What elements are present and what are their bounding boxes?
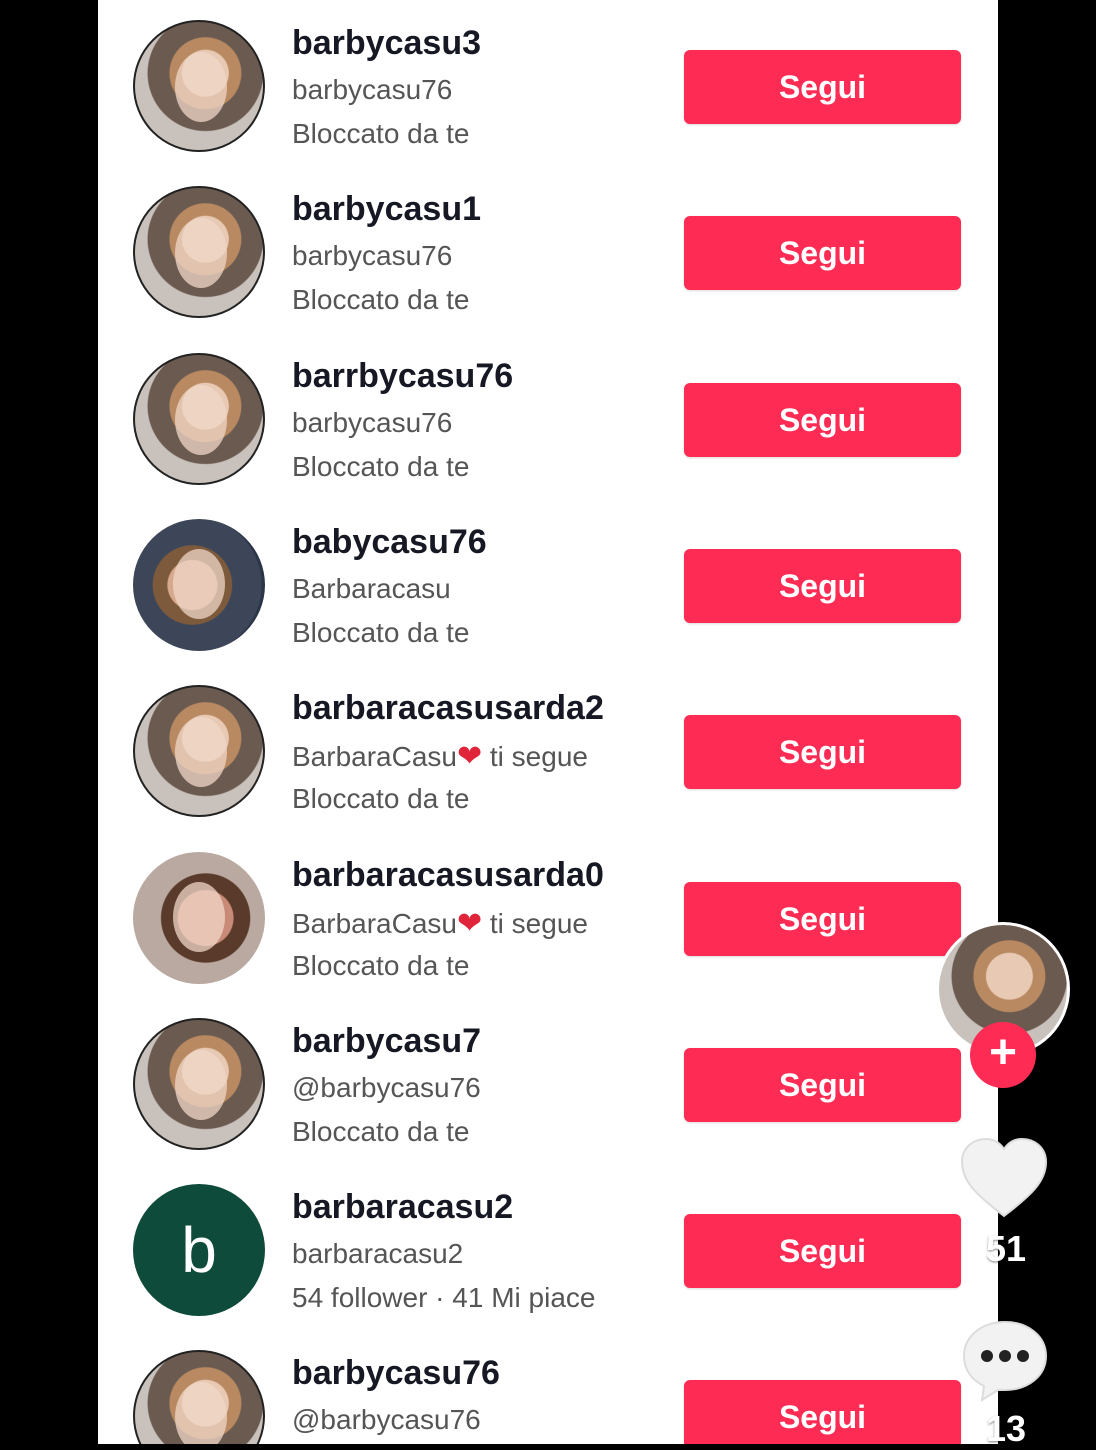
avatar-photo <box>175 218 227 288</box>
status-text: Bloccato da te <box>292 118 470 149</box>
nickname-text: barbycasu76 <box>292 240 453 271</box>
status-text: Bloccato da te <box>292 783 470 814</box>
nickname: Barbaracasu <box>292 573 451 605</box>
status-text: Bloccato da te <box>292 617 470 648</box>
username[interactable]: barbaracasusarda2 <box>292 689 604 728</box>
user-result-row[interactable]: barbycasu7 @barbycasu76 Bloccato da te Segu… <box>98 998 998 1164</box>
avatar-photo <box>175 1050 227 1120</box>
user-result-row[interactable]: babycasu76 Barbaracasu Bloccato da te Segui <box>98 499 998 665</box>
follow-button[interactable]: Segui <box>684 383 961 457</box>
nickname-text: Barbaracasu <box>292 573 451 604</box>
nickname: @barbycasu76 <box>292 1072 481 1104</box>
avatar-photo <box>175 52 227 122</box>
nickname-text: barbaracasu2 <box>292 1238 464 1269</box>
follow-button[interactable]: Segui <box>684 882 961 956</box>
follow-button[interactable]: Segui <box>684 1214 961 1288</box>
user-result-row[interactable]: barbaracasusarda0 BarbaraCasu❤ ti segue Bl… <box>98 832 998 998</box>
username[interactable]: barbycasu7 <box>292 1022 481 1061</box>
username[interactable]: barbycasu1 <box>292 190 481 229</box>
avatar-photo <box>175 717 227 787</box>
follow-button[interactable]: Segui <box>684 1048 961 1122</box>
nickname-text: barbycasu76 <box>292 74 453 105</box>
avatar-photo <box>175 1382 227 1444</box>
comment-icon[interactable] <box>960 1318 1050 1402</box>
heart-icon[interactable] <box>958 1136 1050 1220</box>
nickname: @barbycasu76 <box>292 1404 481 1436</box>
user-result-row[interactable]: barbycasu76 @barbycasu76 Segui <box>98 1330 998 1444</box>
username[interactable]: barbycasu3 <box>292 24 481 63</box>
status-text: Bloccato da te <box>292 451 470 482</box>
nickname-text: @barbycasu76 <box>292 1072 481 1103</box>
nickname-text: barbycasu76 <box>292 407 453 438</box>
avatar[interactable] <box>133 186 265 318</box>
status-text: Bloccato da te <box>292 950 470 981</box>
avatar[interactable] <box>133 20 265 152</box>
nickname-text: BarbaraCasu <box>292 741 457 772</box>
search-results-list: barbycasu3 barbycasu76 Bloccato da te Segui… <box>98 0 998 1444</box>
nickname: BarbaraCasu❤ ti segue <box>292 906 588 941</box>
username[interactable]: barrbycasu76 <box>292 357 513 396</box>
status-text: 54 follower · 41 Mi piace <box>292 1282 596 1313</box>
avatar[interactable] <box>133 1350 265 1444</box>
follow-plus-button[interactable]: + <box>970 1022 1036 1088</box>
follow-button[interactable]: Segui <box>684 1380 961 1444</box>
follow-button[interactable]: Segui <box>684 549 961 623</box>
likes-count: 51 <box>986 1228 1027 1269</box>
avatar-photo <box>175 385 227 455</box>
avatar[interactable] <box>133 852 265 984</box>
status-text: Bloccato da te <box>292 1116 470 1147</box>
avatar[interactable] <box>133 685 265 817</box>
username[interactable]: barbaracasu2 <box>292 1188 513 1227</box>
username[interactable]: babycasu76 <box>292 523 487 562</box>
username[interactable]: barbycasu76 <box>292 1354 500 1393</box>
status-text: Bloccato da te <box>292 284 470 315</box>
follows-you-label: ti segue <box>482 908 588 939</box>
user-result-row[interactable]: barbycasu3 barbycasu76 Bloccato da te Segui <box>98 0 998 166</box>
nickname-text: BarbaraCasu <box>292 908 457 939</box>
nickname: barbaracasu2 <box>292 1238 463 1270</box>
nickname: barbycasu76 <box>292 74 452 106</box>
nickname: BarbaraCasu❤ ti segue <box>292 739 588 774</box>
user-result-row[interactable]: barbycasu1 barbycasu76 Bloccato da te Segui <box>98 166 998 332</box>
follow-button[interactable]: Segui <box>684 715 961 789</box>
avatar[interactable] <box>133 1018 265 1150</box>
nickname: barbycasu76 <box>292 407 452 439</box>
user-result-row[interactable]: barbaracasusarda2 BarbaraCasu❤ ti segue Bl… <box>98 665 998 831</box>
nickname-text: @barbycasu76 <box>292 1404 481 1435</box>
nickname: barbycasu76 <box>292 240 452 272</box>
avatar-photo <box>173 549 225 619</box>
username[interactable]: barbaracasusarda0 <box>292 856 604 895</box>
avatar[interactable] <box>133 519 265 651</box>
follow-button[interactable]: Segui <box>684 216 961 290</box>
avatar-photo <box>173 882 225 952</box>
red-heart-icon: ❤ <box>456 907 483 940</box>
user-result-row[interactable]: barrbycasu76 barbycasu76 Bloccato da te Seg… <box>98 333 998 499</box>
avatar[interactable]: b <box>133 1184 265 1316</box>
red-heart-icon: ❤ <box>456 740 483 773</box>
follows-you-label: ti segue <box>482 741 588 772</box>
avatar[interactable] <box>133 353 265 485</box>
follow-button[interactable]: Segui <box>684 50 961 124</box>
user-result-row[interactable]: b barbaracasu2 barbaracasu2 54 follower · 4… <box>98 1164 998 1330</box>
